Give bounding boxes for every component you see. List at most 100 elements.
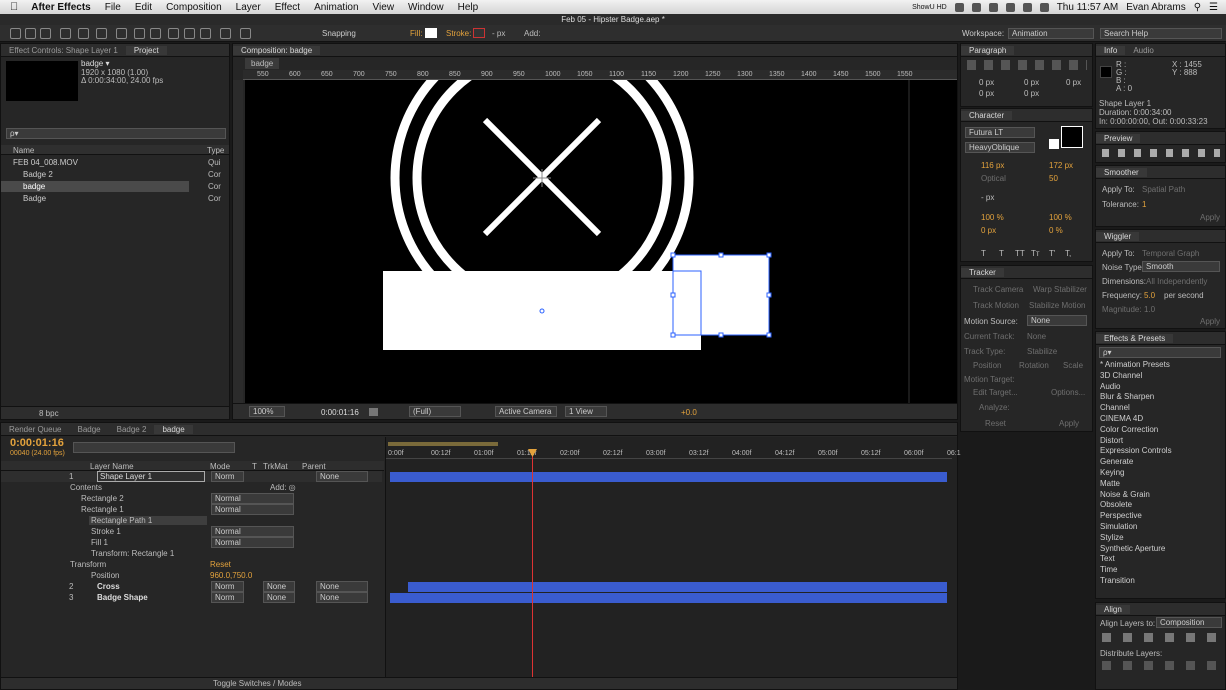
property-row[interactable]: Stroke 1 Normal: [1, 526, 382, 537]
effects-category[interactable]: * Animation Presets: [1100, 360, 1170, 369]
track-type-select[interactable]: Stabilize: [1027, 347, 1057, 356]
fill-label[interactable]: Fill:: [410, 29, 422, 38]
snapshot-icon[interactable]: [369, 408, 378, 416]
tab-render-queue[interactable]: Render Queue: [1, 425, 69, 434]
transform-reset-button[interactable]: Reset: [210, 560, 231, 569]
comp-breadcrumb[interactable]: badge: [245, 58, 280, 69]
noise-type-select[interactable]: Smooth: [1142, 261, 1220, 272]
align-to-select[interactable]: Composition: [1156, 617, 1222, 628]
add-content-button[interactable]: Add: ◎: [270, 483, 296, 492]
menu-composition[interactable]: Composition: [159, 2, 229, 13]
effects-category[interactable]: Noise & Grain: [1100, 490, 1150, 499]
layer-row[interactable]: 2 Cross Norm None None: [1, 581, 382, 592]
camera-tool-icon[interactable]: [78, 28, 89, 39]
layer-bar-badge-shape[interactable]: [390, 593, 947, 603]
apply-button[interactable]: Apply: [1059, 419, 1079, 428]
layer-name-shape-layer-1[interactable]: Shape Layer 1: [97, 471, 205, 482]
type-tool-icon[interactable]: [150, 28, 161, 39]
stroke-label[interactable]: Stroke:: [446, 29, 471, 38]
blend-mode-select[interactable]: Normal: [211, 537, 294, 548]
effects-category[interactable]: Generate: [1100, 457, 1133, 466]
options-button[interactable]: Options...: [1051, 388, 1085, 397]
layer-trkmat[interactable]: None: [263, 581, 295, 592]
preview-controls[interactable]: [1102, 149, 1220, 157]
tab-paragraph[interactable]: Paragraph: [961, 45, 1015, 55]
tracking[interactable]: 50: [1049, 174, 1058, 183]
tolerance-value[interactable]: 1: [1142, 200, 1146, 209]
header-layer-name[interactable]: Layer Name: [90, 462, 134, 471]
column-type[interactable]: Type: [207, 146, 224, 155]
column-name[interactable]: Name: [13, 146, 34, 155]
header-mode[interactable]: Mode: [210, 462, 230, 471]
dropbox-icon[interactable]: [971, 2, 981, 12]
menu-help[interactable]: Help: [451, 2, 486, 13]
view-layout-select[interactable]: 1 View: [565, 406, 607, 417]
faux-italic-button[interactable]: T: [999, 249, 1004, 258]
project-item[interactable]: FEB 04_008.MOV Qui: [1, 157, 229, 168]
indent-first[interactable]: 0 px: [1066, 78, 1081, 87]
header-t[interactable]: T: [252, 462, 257, 471]
all-caps-button[interactable]: TT: [1015, 249, 1025, 258]
stroke-swatch[interactable]: [473, 28, 485, 38]
wiggler-apply-button[interactable]: Apply: [1200, 317, 1220, 326]
effects-category[interactable]: Color Correction: [1100, 425, 1158, 434]
layer-mode[interactable]: Norm: [211, 581, 244, 592]
exposure-value[interactable]: +0.0: [681, 408, 697, 417]
menu-clock[interactable]: Thu 11:57 AM: [1057, 2, 1119, 13]
layer-name-badge-shape[interactable]: Badge Shape: [97, 593, 148, 602]
menu-file[interactable]: File: [98, 2, 128, 13]
vertical-scale[interactable]: 100 %: [981, 213, 1004, 222]
tsume[interactable]: 0 %: [1049, 226, 1063, 235]
wiggler-apply-to[interactable]: Temporal Graph: [1142, 249, 1199, 258]
effects-category[interactable]: Transition: [1100, 576, 1135, 585]
volume-icon[interactable]: [1022, 2, 1032, 12]
apple-icon[interactable]: : [0, 1, 24, 13]
notifications-icon[interactable]: ☰: [1209, 2, 1218, 13]
edit-target-button[interactable]: Edit Target...: [973, 388, 1018, 397]
stroke-width-field[interactable]: - px: [981, 193, 994, 202]
comp-viewer[interactable]: [245, 80, 957, 404]
indent-left[interactable]: 0 px: [979, 78, 994, 87]
project-item[interactable]: Badge 2 Cor: [1, 169, 229, 180]
tab-info[interactable]: Info: [1096, 45, 1126, 55]
blend-mode-select[interactable]: Normal: [211, 493, 294, 504]
property-row[interactable]: Contents Add: ◎: [1, 482, 382, 493]
menu-edit[interactable]: Edit: [128, 2, 159, 13]
baseline-shift[interactable]: 0 px: [981, 226, 996, 235]
effects-category[interactable]: 3D Channel: [1100, 371, 1142, 380]
rectangle-tool-icon[interactable]: [116, 28, 127, 39]
pan-behind-tool-icon[interactable]: [96, 28, 107, 39]
battery-icon[interactable]: [1039, 2, 1049, 12]
magnitude-value[interactable]: 1.0: [1144, 305, 1155, 314]
hand-tool-icon[interactable]: [25, 28, 36, 39]
snapping-label[interactable]: Snapping: [322, 29, 356, 38]
layer-parent[interactable]: None: [316, 581, 368, 592]
layer-bar-shape-layer-1[interactable]: [390, 472, 947, 482]
workspace-select[interactable]: Animation: [1008, 28, 1094, 39]
kerning[interactable]: Optical: [981, 174, 1006, 183]
layer-parent[interactable]: None: [316, 592, 368, 603]
status-icon[interactable]: [954, 2, 964, 12]
horizontal-scale[interactable]: 100 %: [1049, 213, 1072, 222]
effects-category[interactable]: CINEMA 4D: [1100, 414, 1143, 423]
resolution-select[interactable]: (Full): [409, 406, 461, 417]
puppet-tool-icon[interactable]: [240, 28, 251, 39]
bluetooth-icon[interactable]: [988, 2, 998, 12]
stroke-color-swatch[interactable]: [1049, 139, 1059, 149]
tab-preview[interactable]: Preview: [1096, 133, 1141, 143]
position-option[interactable]: Position: [973, 361, 1001, 370]
tab-effects-presets[interactable]: Effects & Presets: [1096, 333, 1174, 343]
font-family-select[interactable]: Futura LT: [965, 127, 1035, 138]
track-motion-button[interactable]: Track Motion: [973, 301, 1019, 310]
space-after[interactable]: 0 px: [1024, 89, 1039, 98]
dimensions-select[interactable]: All Independently: [1146, 277, 1207, 286]
header-parent[interactable]: Parent: [302, 462, 326, 471]
menu-user[interactable]: Evan Abrams: [1126, 2, 1185, 13]
tab-effect-controls[interactable]: Effect Controls: Shape Layer 1: [1, 46, 126, 55]
spotlight-icon[interactable]: ⚲: [1194, 2, 1201, 13]
effects-category[interactable]: Perspective: [1100, 511, 1142, 520]
selection-tool-icon[interactable]: [10, 28, 21, 39]
project-search-input[interactable]: ρ▾: [6, 128, 226, 139]
fill-swatch[interactable]: [425, 28, 437, 38]
app-menu[interactable]: After Effects: [24, 2, 97, 13]
